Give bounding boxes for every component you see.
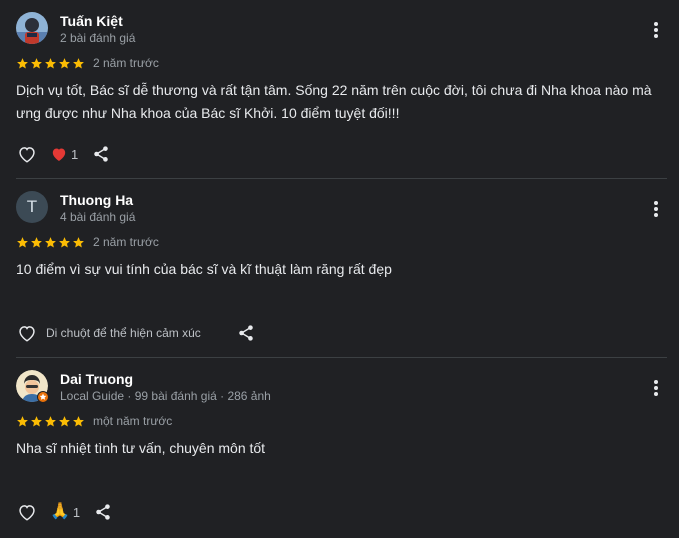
rating-row: 2 năm trước xyxy=(16,235,159,249)
more-vert-icon xyxy=(654,380,658,396)
star-icon xyxy=(17,236,28,247)
reaction-button[interactable]: 1 xyxy=(50,146,78,162)
more-options-button[interactable] xyxy=(646,20,666,40)
share-icon xyxy=(94,146,108,162)
star-icon xyxy=(31,236,42,247)
star-icon xyxy=(17,415,28,426)
reviewer-name[interactable]: Tuấn Kiệt xyxy=(60,13,123,29)
review-text: Nha sĩ nhiệt tình tư vấn, chuyên môn tốt xyxy=(16,440,266,456)
star-icon xyxy=(59,236,70,247)
reaction-count: 1 xyxy=(72,504,81,520)
reaction-hover-hint: Di chuột để thể hiện cảm xúc xyxy=(46,326,201,340)
review-time: một năm trước xyxy=(93,414,173,428)
star-icon xyxy=(73,415,84,426)
star-icon xyxy=(59,415,70,426)
review-text: Dịch vụ tốt, Bác sĩ dễ thương và rất tận… xyxy=(16,82,652,121)
star-icon xyxy=(73,57,84,68)
heart-reaction-icon xyxy=(52,148,66,161)
share-icon xyxy=(239,325,253,341)
reviewer-avatar[interactable]: T xyxy=(16,191,48,223)
star-rating xyxy=(16,57,85,70)
share-button[interactable] xyxy=(90,144,112,164)
review-text: 10 điểm vì sự vui tính của bác sĩ và kĩ … xyxy=(16,261,392,277)
review-card: Tuấn Kiệt 2 bài đánh giá 2 năm trước Dịc… xyxy=(0,0,679,179)
reviewer-name[interactable]: Thuong Ha xyxy=(60,192,133,208)
pray-reaction-icon: 🙏 xyxy=(50,503,70,520)
more-vert-icon xyxy=(654,22,658,38)
like-button[interactable] xyxy=(16,323,38,343)
reviewer-avatar[interactable] xyxy=(16,12,48,44)
like-button[interactable] xyxy=(16,502,38,522)
local-guide-badge-icon xyxy=(37,391,49,403)
rating-row: 2 năm trước xyxy=(16,56,159,70)
reviewer-avatar[interactable] xyxy=(16,370,49,403)
more-vert-icon xyxy=(654,201,658,217)
star-icon xyxy=(31,415,42,426)
star-icon xyxy=(59,57,70,68)
more-options-button[interactable] xyxy=(646,199,666,219)
like-button[interactable] xyxy=(16,144,38,164)
star-icon xyxy=(45,415,56,426)
more-options-button[interactable] xyxy=(646,378,666,398)
reaction-count: 1 xyxy=(71,146,79,162)
review-time: 2 năm trước xyxy=(93,235,159,249)
reviewer-name[interactable]: Dai Truong xyxy=(60,371,133,387)
like-icon xyxy=(19,505,35,521)
star-icon xyxy=(31,57,42,68)
review-card: Dai Truong Local Guide · 99 bài đánh giá… xyxy=(0,358,679,537)
star-icon xyxy=(17,57,28,68)
star-icon xyxy=(73,236,84,247)
rating-row: một năm trước xyxy=(16,414,172,428)
reviewer-meta: 2 bài đánh giá xyxy=(60,31,136,45)
share-button[interactable] xyxy=(235,323,257,343)
review-actions: Di chuột để thể hiện cảm xúc xyxy=(16,323,257,343)
like-icon xyxy=(19,326,35,342)
reviewer-meta: Local Guide · 99 bài đánh giá · 286 ảnh xyxy=(60,389,271,403)
share-icon xyxy=(96,504,110,520)
review-actions: 🙏 1 xyxy=(16,502,114,522)
share-button[interactable] xyxy=(92,502,114,522)
star-icon xyxy=(45,236,56,247)
star-rating xyxy=(16,415,85,428)
review-time: 2 năm trước xyxy=(93,56,159,70)
reaction-button[interactable]: 🙏 1 xyxy=(50,502,80,522)
like-icon xyxy=(19,147,35,163)
review-actions: 1 xyxy=(16,144,112,164)
star-rating xyxy=(16,236,85,249)
star-icon xyxy=(45,57,56,68)
reviewer-meta: 4 bài đánh giá xyxy=(60,210,136,224)
review-card: T Thuong Ha 4 bài đánh giá 2 năm trước 1… xyxy=(0,179,679,358)
